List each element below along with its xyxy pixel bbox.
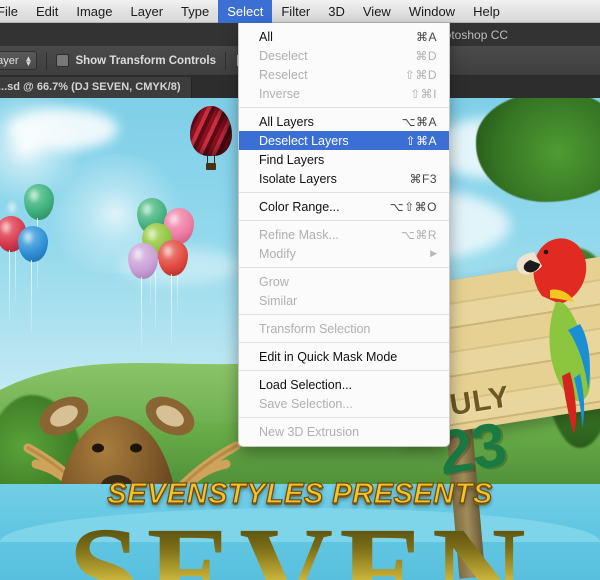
menu-item-label: All [259, 29, 273, 44]
menu-item-shortcut: ⌥⌘R [401, 227, 437, 242]
balloon-highlight [143, 204, 151, 215]
menu-item-label: Load Selection... [259, 377, 353, 392]
menu-item-shortcut: ⇧⌘D [404, 67, 437, 82]
menu-item-isolate-layers[interactable]: Isolate Layers ⌘F3 [239, 169, 449, 188]
menu-item-color-range[interactable]: Color Range... ⌥⇧⌘O [239, 197, 449, 216]
auto-select-value: Layer [0, 54, 19, 67]
menu-item-shortcut: ⌘F3 [409, 171, 437, 186]
menubar-item-file[interactable]: File [0, 0, 27, 23]
menu-item-label: Refine Mask... [259, 227, 339, 242]
menu-item-grow[interactable]: Grow [239, 272, 449, 291]
menubar-item-window[interactable]: Window [400, 0, 464, 23]
divider [225, 51, 227, 70]
menu-separator [239, 417, 449, 418]
menu-separator [239, 342, 449, 343]
show-transform-controls-checkbox[interactable] [56, 54, 70, 67]
menu-item-shortcut: ⌘D [415, 48, 437, 63]
balloon-highlight [24, 232, 32, 243]
menu-item-reselect[interactable]: Reselect ⇧⌘D [239, 65, 449, 84]
menu-item-label: New 3D Extrusion [259, 424, 360, 439]
balloon-highlight [170, 214, 178, 225]
menu-item-all[interactable]: All ⌘A [239, 27, 449, 46]
menu-separator [239, 267, 449, 268]
menu-item-shortcut: ⌘A [415, 29, 437, 44]
hot-air-balloon-envelope [190, 106, 232, 156]
auto-select-dropdown[interactable]: Layer ▲▼ [0, 51, 38, 70]
chevron-updown-icon: ▲ ▼ [24, 53, 33, 68]
menu-item-label: Isolate Layers [259, 171, 337, 186]
menu-separator [239, 370, 449, 371]
big-title-text: SEVEN [0, 508, 600, 580]
menu-item-label: Inverse [259, 86, 300, 101]
menu-item-label: Transform Selection [259, 321, 371, 336]
menu-item-label: All Layers [259, 114, 314, 129]
menu-separator [239, 192, 449, 193]
divider [46, 51, 48, 70]
menu-item-refine-mask[interactable]: Refine Mask... ⌥⌘R [239, 225, 449, 244]
menu-item-shortcut: ⌥⌘A [401, 114, 437, 129]
menu-item-inverse[interactable]: Inverse ⇧⌘I [239, 84, 449, 103]
menu-item-modify[interactable]: Modify ▶ [239, 244, 449, 263]
menu-item-label: Find Layers [259, 152, 325, 167]
menu-item-label: Deselect [259, 48, 308, 63]
balloon-highlight [148, 229, 156, 240]
document-tab[interactable]: ...sd @ 66.7% (DJ SEVEN, CMYK/8) [0, 77, 192, 98]
photoshop-window: File Edit Image Layer Type Select Filter… [0, 0, 600, 580]
menubar-item-select[interactable]: Select [218, 0, 273, 23]
menu-item-label: Grow [259, 274, 289, 289]
select-menu-dropdown[interactable]: All ⌘A Deselect ⌘D Reselect ⇧⌘D Inverse … [238, 23, 450, 447]
menu-item-all-layers[interactable]: All Layers ⌥⌘A [239, 112, 449, 131]
menu-separator [239, 314, 449, 315]
hot-air-balloon [190, 106, 232, 172]
menu-item-new-3d-extrusion[interactable]: New 3D Extrusion [239, 422, 449, 441]
menu-item-transform-selection[interactable]: Transform Selection [239, 319, 449, 338]
menubar-item-type[interactable]: Type [172, 0, 218, 23]
menu-item-label: Modify [259, 246, 296, 261]
balloon-highlight [2, 222, 10, 233]
menu-item-shortcut: ⌥⇧⌘O [389, 199, 437, 214]
menu-item-label: Color Range... [259, 199, 340, 214]
menu-item-label: Similar [259, 293, 298, 308]
menu-bar: File Edit Image Layer Type Select Filter… [0, 0, 600, 23]
menu-item-similar[interactable]: Similar [239, 291, 449, 310]
menu-item-shortcut: ⇧⌘A [405, 133, 437, 148]
menu-item-save-selection[interactable]: Save Selection... [239, 394, 449, 413]
menubar-item-help[interactable]: Help [464, 0, 509, 23]
menu-item-deselect[interactable]: Deselect ⌘D [239, 46, 449, 65]
menu-item-label: Reselect [259, 67, 308, 82]
menubar-item-view[interactable]: View [354, 0, 400, 23]
menubar-item-3d[interactable]: 3D [319, 0, 354, 23]
menubar-item-image[interactable]: Image [67, 0, 121, 23]
menu-item-label: Edit in Quick Mask Mode [259, 349, 398, 364]
menu-separator [239, 107, 449, 108]
balloon-highlight [8, 202, 16, 213]
menubar-item-edit[interactable]: Edit [27, 0, 67, 23]
menubar-item-layer[interactable]: Layer [122, 0, 173, 23]
show-transform-controls-label: Show Transform Controls [75, 54, 217, 67]
menu-item-shortcut: ⇧⌘I [410, 86, 437, 101]
menu-item-label: Save Selection... [259, 396, 353, 411]
menu-item-deselect-layers[interactable]: Deselect Layers ⇧⌘A [239, 131, 449, 150]
menubar-item-filter[interactable]: Filter [272, 0, 319, 23]
macaw-parrot [516, 238, 591, 434]
submenu-arrow-icon: ▶ [430, 248, 437, 258]
balloon-highlight [30, 190, 38, 201]
menu-item-find-layers[interactable]: Find Layers [239, 150, 449, 169]
menu-item-edit-in-quick-mask-mode[interactable]: Edit in Quick Mask Mode [239, 347, 449, 366]
menu-separator [239, 220, 449, 221]
hot-air-balloon-basket [206, 163, 216, 170]
menu-item-load-selection[interactable]: Load Selection... [239, 375, 449, 394]
menu-item-label: Deselect Layers [259, 133, 349, 148]
